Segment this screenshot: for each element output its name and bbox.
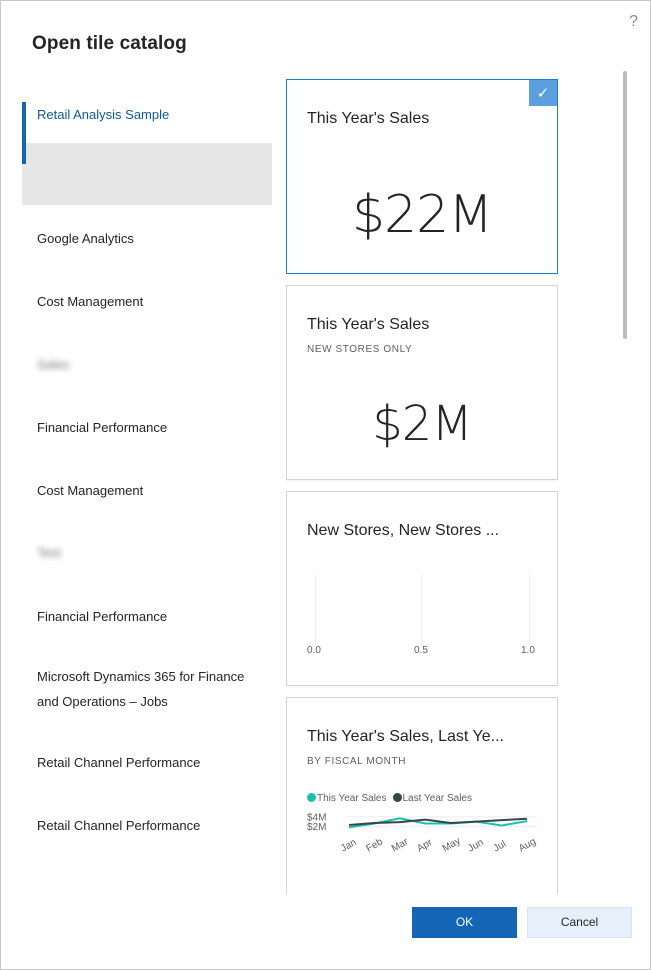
legend-item: This Year Sales <box>307 793 387 804</box>
x-tick-label: 1.0 <box>521 645 535 656</box>
tile-card[interactable]: This Year's Sales, Last Ye... BY FISCAL … <box>286 697 558 894</box>
sidebar-item-retail-analysis-sample[interactable]: Retail Analysis Sample <box>22 102 272 164</box>
legend-dot-icon <box>392 793 402 802</box>
x-tick-label: 0.5 <box>414 645 428 656</box>
tile-subtitle: BY FISCAL MONTH <box>307 756 407 767</box>
tile-card[interactable]: ✓ This Year's Sales $22M <box>286 79 558 274</box>
legend-item: Last Year Sales <box>392 793 472 804</box>
tile-value: $22M <box>351 185 493 245</box>
tile-catalog-dialog: ? Open tile catalog Retail Analysis Samp… <box>0 0 651 970</box>
tile-title: This Year's Sales, Last Ye... <box>307 728 504 745</box>
sidebar-item-label: Financial Performance <box>37 420 168 435</box>
sidebar-item-label: Financial Performance <box>37 609 168 624</box>
tile-title: This Year's Sales <box>307 110 430 127</box>
sidebar-item-blurred[interactable]: Test <box>22 540 61 565</box>
sidebar-item-financial-performance[interactable]: Financial Performance <box>22 415 167 440</box>
sidebar-item-label: Cost Management <box>37 483 144 498</box>
sidebar-item-label: Retail Channel Performance <box>37 818 201 833</box>
x-tick-label: 0.0 <box>307 645 321 656</box>
sidebar-item-retail-channel-performance[interactable]: Retail Channel Performance <box>22 750 200 775</box>
x-tick-label: Feb <box>364 836 385 854</box>
sidebar-item-label: Test <box>37 545 61 560</box>
sidebar-item-label: Google Analytics <box>37 231 134 246</box>
sidebar-item-dynamics-365-jobs[interactable]: Microsoft Dynamics 365 for Finance and O… <box>22 664 267 714</box>
tile-value: $2M <box>372 396 473 452</box>
x-tick-label: May <box>441 836 463 855</box>
sidebar-item-google-analytics[interactable]: Google Analytics <box>22 226 134 251</box>
sidebar-item-label: Retail Analysis Sample <box>37 107 170 122</box>
chart-legend: This Year Sales Last Year Sales <box>307 793 472 804</box>
tile-subtitle: NEW STORES ONLY <box>307 344 413 355</box>
tile-card[interactable]: This Year's Sales NEW STORES ONLY $2M <box>286 285 558 480</box>
tile-title: This Year's Sales <box>307 316 430 333</box>
cancel-button[interactable]: Cancel <box>527 907 632 938</box>
x-tick-label: Aug <box>517 836 538 854</box>
x-tick-label: Mar <box>390 836 411 854</box>
sidebar-hover-highlight <box>22 143 272 205</box>
sidebar-item-label: Cost Management <box>37 294 144 309</box>
help-icon[interactable]: ? <box>629 13 638 31</box>
x-tick-label: Apr <box>415 837 435 855</box>
checkmark-icon: ✓ <box>529 80 557 106</box>
tile-card[interactable]: New Stores, New Stores ... 0.0 0.5 1.0 <box>286 491 558 686</box>
sidebar-item-label: Retail Channel Performance <box>37 755 201 770</box>
grid-line <box>529 574 530 644</box>
y-tick-label: $2M <box>307 822 326 833</box>
line-chart: $4M$2MJan Feb Mar Apr May Jun Jul Aug <box>307 812 538 855</box>
x-tick-label: Jan <box>339 837 358 855</box>
ok-button[interactable]: OK <box>412 907 517 938</box>
grid-line <box>315 574 316 644</box>
sidebar-item-label: Sales <box>37 357 70 372</box>
sidebar-item-cost-management[interactable]: Cost Management <box>22 289 143 314</box>
x-tick-label: Jul <box>492 839 509 855</box>
x-tick-label: Jun <box>466 837 485 855</box>
sidebar-item-label: Microsoft Dynamics 365 for Finance and O… <box>37 669 245 709</box>
legend-dot-icon <box>307 793 316 802</box>
sidebar-item-retail-channel-performance[interactable]: Retail Channel Performance <box>22 813 200 838</box>
dialog-title: Open tile catalog <box>32 33 187 54</box>
grid-line <box>421 574 422 644</box>
sidebar-item-cost-management[interactable]: Cost Management <box>22 478 143 503</box>
scrollbar[interactable] <box>623 71 627 339</box>
tile-title: New Stores, New Stores ... <box>307 522 500 539</box>
sidebar-item-blurred[interactable]: Sales <box>22 352 70 377</box>
tile-list: ✓ This Year's Sales $22M This Year's Sal… <box>286 79 558 894</box>
sidebar-item-financial-performance[interactable]: Financial Performance <box>22 604 167 629</box>
